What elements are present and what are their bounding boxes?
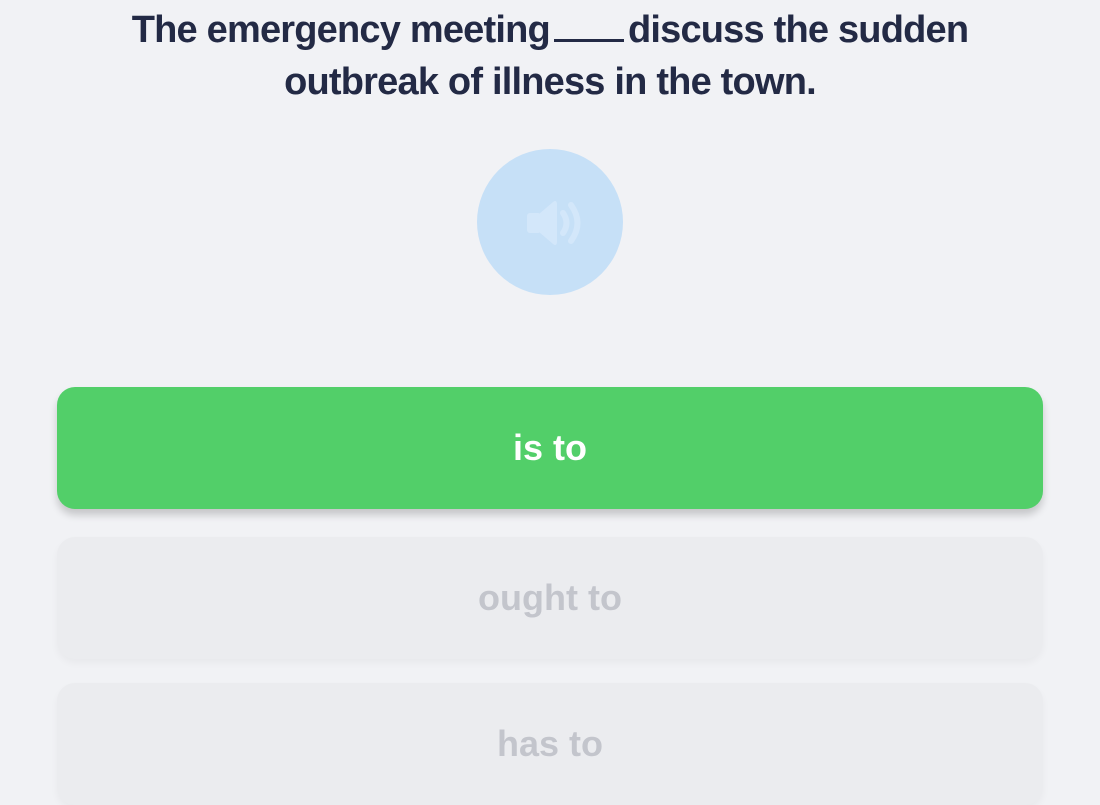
question-before-blank: The emergency meeting [131,9,551,51]
question-after-blank: discuss the sudden [627,9,969,51]
answer-option-label: ought to [478,577,622,618]
answer-option-label: has to [496,723,603,764]
speaker-icon [527,201,581,245]
answer-option-label: is to [512,427,587,468]
audio-play-button[interactable] [477,149,623,295]
question-line-two: outbreak of illness in the town. [284,61,817,103]
answer-option-has-to[interactable]: has to [57,683,1043,805]
answer-blank [553,39,624,42]
question-text: The emergency meeting discuss the sudden … [100,4,1000,108]
answer-option-is-to[interactable]: is to [57,387,1043,509]
answer-option-ought-to[interactable]: ought to [57,537,1043,659]
